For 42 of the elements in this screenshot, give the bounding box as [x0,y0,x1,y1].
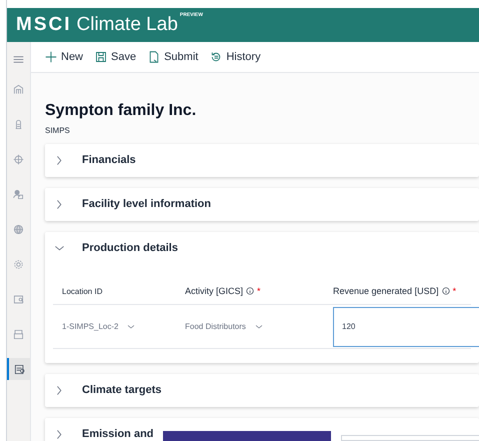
column-header: Activity [GICS] * [185,284,262,298]
menu-button[interactable] [13,54,24,65]
location-dropdown[interactable]: 1-SIMPS_Loc-2 [62,320,185,332]
input-field[interactable] [341,435,479,441]
history-icon [210,51,222,63]
gear-icon [13,258,24,270]
menu-icon [13,54,24,65]
info-icon [442,286,450,295]
brand-logo: MSCI [16,12,72,37]
revenue-input[interactable]: 120 [333,306,479,346]
section-toggle[interactable]: Financials [45,144,479,177]
history-button[interactable]: History [210,48,261,66]
product-name: Climate Lab [76,12,178,37]
column-header: Revenue generated [USD] * [333,284,458,298]
section-toggle[interactable]: Emission and [45,418,479,441]
plus-icon [45,51,57,63]
column-header: Location ID [62,286,104,298]
info-icon [246,286,254,295]
section-toggle[interactable]: Facility level information [45,188,479,221]
building-icon [13,118,24,130]
submit-button[interactable]: Submit [148,48,198,66]
company-code: SIMPS [45,125,71,137]
required-marker: * [257,286,261,296]
report-search-icon [13,294,24,304]
company-name: Sympton family Inc. [45,101,198,121]
section-toggle[interactable]: Climate targets [45,374,479,407]
people-icon [13,188,24,200]
crosshair-icon [13,154,24,164]
sidebar-item[interactable] [7,358,30,380]
document-icon [148,51,160,63]
save-icon [95,51,108,63]
required-marker: * [452,286,456,296]
chevron-down-icon [127,322,136,330]
printer-icon [13,328,24,340]
globe-icon [13,224,24,234]
home-icon [13,84,24,94]
plus-button[interactable]: New [45,48,84,66]
chevron-down-icon [254,322,263,330]
form-icon [14,364,25,374]
save-button[interactable]: Save [95,48,136,66]
activity-dropdown[interactable]: Food Distributors [185,320,333,332]
section-toggle[interactable]: Production details [45,232,479,265]
